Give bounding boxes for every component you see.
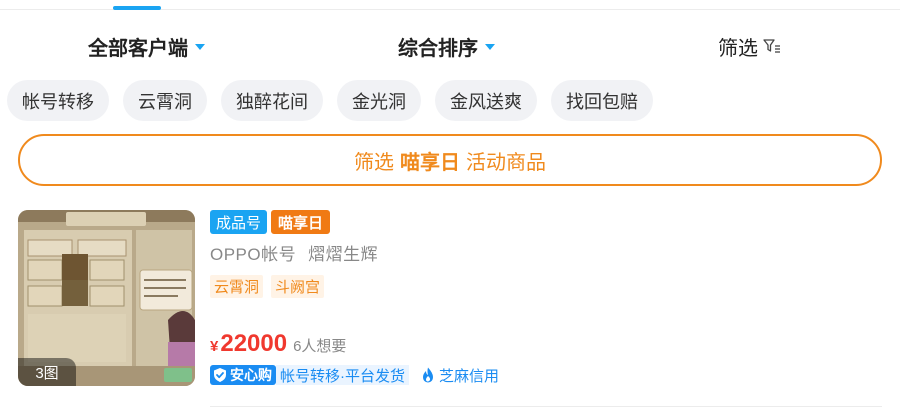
sort-order-dropdown[interactable]: 综合排序	[398, 20, 495, 72]
guarantee-row: 安心购 帐号转移·平台发货 芝麻信用	[210, 364, 499, 386]
listing-card[interactable]: 3图 成品号 喵享日 OPPO帐号 熠熠生辉 云霄洞 斗阙宫 ¥ 22000 6人…	[0, 200, 900, 410]
quick-filter-chips: 帐号转移 云霄洞 独醉花间 金光洞 金风送爽 找回包赔	[7, 80, 653, 122]
client-filter-label: 全部客户端	[88, 37, 188, 60]
listing-thumbnail[interactable]: 3图	[18, 210, 195, 386]
zhima-credit: 芝麻信用	[421, 365, 499, 386]
price-row: ¥ 22000 6人想要	[210, 330, 346, 358]
zhima-flame-icon	[423, 367, 433, 383]
zhima-label: 芝麻信用	[439, 367, 500, 385]
currency-symbol: ¥	[210, 338, 219, 355]
card-divider	[210, 406, 882, 407]
client-filter-dropdown[interactable]: 全部客户端	[88, 20, 205, 72]
filter-label: 筛选	[718, 37, 758, 60]
listing-name: 熠熠生辉	[308, 245, 379, 264]
filter-button[interactable]: 筛选	[718, 20, 781, 72]
chip-jinfengsongshuang[interactable]: 金风送爽	[435, 80, 537, 121]
listing-info: 成品号 喵享日 OPPO帐号 熠熠生辉 云霄洞 斗阙宫 ¥ 22000 6人想要 …	[210, 210, 890, 385]
active-tab-indicator	[113, 6, 161, 10]
listing-tags: 成品号 喵享日	[210, 210, 890, 234]
listing-platform: OPPO帐号	[210, 245, 297, 264]
shield-check-icon	[214, 368, 226, 382]
listing-subtags: 云霄洞 斗阙宫	[210, 275, 890, 298]
promo-highlight: 喵享日	[400, 151, 460, 174]
filter-funnel-icon	[763, 39, 780, 53]
promo-suffix: 活动商品	[466, 151, 546, 174]
sort-bar: 全部客户端 综合排序 筛选	[0, 20, 900, 72]
tag-miaoxiangri: 喵享日	[271, 210, 331, 234]
caret-down-icon	[485, 44, 495, 50]
chip-yunxiaodong[interactable]: 云霄洞	[123, 80, 207, 121]
listing-price: 22000	[220, 330, 288, 357]
caret-down-icon	[195, 44, 205, 50]
chip-recovery-guarantee[interactable]: 找回包赔	[551, 80, 653, 121]
subtag-server: 云霄洞	[210, 275, 264, 298]
chip-account-transfer[interactable]: 帐号转移	[7, 80, 109, 121]
safe-purchase-text: 帐号转移·平台发货	[276, 365, 409, 385]
listing-title[interactable]: OPPO帐号 熠熠生辉	[210, 240, 890, 265]
subtag-sect: 斗阙宫	[271, 275, 325, 298]
photo-count-badge: 3图	[18, 358, 76, 386]
tag-finished-account: 成品号	[210, 210, 268, 234]
safe-badge-label: 安心购	[230, 367, 272, 383]
sort-order-label: 综合排序	[398, 37, 478, 60]
chip-duzuihuajian[interactable]: 独醉花间	[221, 80, 323, 121]
promo-filter-banner[interactable]: 筛选 喵享日 活动商品	[18, 134, 882, 186]
promo-prefix: 筛选	[354, 151, 394, 174]
safe-purchase-badge: 安心购	[210, 365, 276, 385]
chip-jinguangdong[interactable]: 金光洞	[337, 80, 421, 121]
wants-count: 6人想要	[293, 338, 347, 355]
